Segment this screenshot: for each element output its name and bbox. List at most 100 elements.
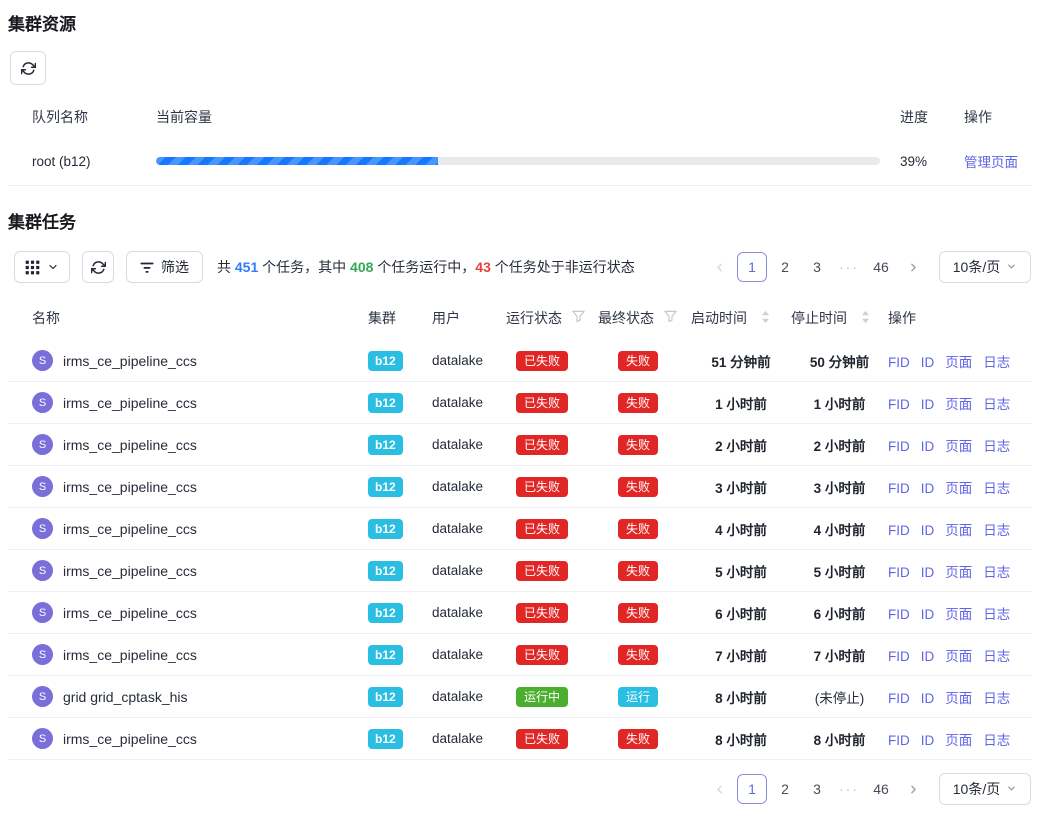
fid-link[interactable]: FID bbox=[888, 523, 910, 538]
table-row: S irms_ce_pipeline_ccs b12 datalake 已失败 … bbox=[8, 424, 1031, 466]
log-link[interactable]: 日志 bbox=[983, 733, 1010, 748]
page-size-select[interactable]: 10条/页 bbox=[939, 773, 1031, 805]
filter-button[interactable]: 筛选 bbox=[126, 251, 203, 283]
page-button-last[interactable]: 46 bbox=[867, 252, 895, 282]
page-link[interactable]: 页面 bbox=[945, 649, 972, 664]
stopped-task-count: 43 bbox=[475, 259, 491, 275]
page-button-1[interactable]: 1 bbox=[737, 252, 767, 282]
refresh-resources-button[interactable] bbox=[10, 51, 46, 85]
final-status-badge: 失败 bbox=[618, 519, 658, 539]
col-header-cluster: 集群 bbox=[368, 299, 432, 340]
refresh-tasks-button[interactable] bbox=[82, 251, 114, 283]
filter-funnel-icon[interactable] bbox=[572, 310, 585, 326]
page-link[interactable]: 页面 bbox=[945, 691, 972, 706]
id-link[interactable]: ID bbox=[921, 355, 935, 370]
final-status-badge: 失败 bbox=[618, 435, 658, 455]
fid-link[interactable]: FID bbox=[888, 691, 910, 706]
log-link[interactable]: 日志 bbox=[983, 481, 1010, 496]
cluster-resources-table: 队列名称 当前容量 进度 操作 root (b12) 39% 管理页面 bbox=[8, 99, 1031, 186]
start-time: 7 小时前 bbox=[715, 649, 767, 664]
run-status-badge: 已失败 bbox=[516, 435, 568, 455]
log-link[interactable]: 日志 bbox=[983, 523, 1010, 538]
fid-link[interactable]: FID bbox=[888, 649, 910, 664]
cluster-badge: b12 bbox=[368, 729, 403, 749]
task-name: irms_ce_pipeline_ccs bbox=[63, 605, 197, 621]
sort-icon[interactable] bbox=[761, 310, 770, 327]
log-link[interactable]: 日志 bbox=[983, 691, 1010, 706]
fid-link[interactable]: FID bbox=[888, 397, 910, 412]
manage-page-link[interactable]: 管理页面 bbox=[964, 155, 1018, 170]
page-button-last[interactable]: 46 bbox=[867, 774, 895, 804]
stop-time: 4 小时前 bbox=[814, 523, 866, 538]
stop-time: 1 小时前 bbox=[814, 397, 866, 412]
page-link[interactable]: 页面 bbox=[945, 565, 972, 580]
col-header-final-status[interactable]: 最终状态 bbox=[598, 299, 691, 340]
filter-funnel-icon[interactable] bbox=[664, 310, 677, 326]
run-status-badge: 运行中 bbox=[516, 687, 568, 707]
stop-time: 8 小时前 bbox=[814, 733, 866, 748]
page-link[interactable]: 页面 bbox=[945, 523, 972, 538]
task-name: irms_ce_pipeline_ccs bbox=[63, 647, 197, 663]
start-time: 8 小时前 bbox=[715, 733, 767, 748]
fid-link[interactable]: FID bbox=[888, 607, 910, 622]
cluster-tasks-title: 集群任务 bbox=[8, 212, 1031, 233]
page-button-2[interactable]: 2 bbox=[771, 774, 799, 804]
fid-link[interactable]: FID bbox=[888, 733, 910, 748]
page-size-select[interactable]: 10条/页 bbox=[939, 251, 1031, 283]
next-page-button[interactable] bbox=[899, 252, 927, 282]
page-link[interactable]: 页面 bbox=[945, 607, 972, 622]
col-header-actions: 操作 bbox=[888, 299, 1031, 340]
col-header-run-status[interactable]: 运行状态 bbox=[506, 299, 598, 340]
prev-page-button[interactable] bbox=[705, 774, 733, 804]
stop-time: 5 小时前 bbox=[814, 565, 866, 580]
start-time: 3 小时前 bbox=[715, 481, 767, 496]
log-link[interactable]: 日志 bbox=[983, 607, 1010, 622]
fid-link[interactable]: FID bbox=[888, 565, 910, 580]
id-link[interactable]: ID bbox=[921, 733, 935, 748]
page-button-3[interactable]: 3 bbox=[803, 774, 831, 804]
id-link[interactable]: ID bbox=[921, 691, 935, 706]
avatar: S bbox=[32, 434, 53, 455]
task-name: irms_ce_pipeline_ccs bbox=[63, 731, 197, 747]
id-link[interactable]: ID bbox=[921, 439, 935, 454]
col-header-start-time[interactable]: 启动时间 bbox=[691, 299, 791, 340]
table-row: S irms_ce_pipeline_ccs b12 datalake 已失败 … bbox=[8, 718, 1031, 760]
fid-link[interactable]: FID bbox=[888, 481, 910, 496]
col-header-stop-time[interactable]: 停止时间 bbox=[791, 299, 888, 340]
col-header-progress: 进度 bbox=[884, 99, 948, 137]
page-button-1[interactable]: 1 bbox=[737, 774, 767, 804]
start-time: 8 小时前 bbox=[715, 691, 767, 706]
fid-link[interactable]: FID bbox=[888, 439, 910, 454]
layout-grid-dropdown-button[interactable] bbox=[14, 251, 70, 283]
run-status-badge: 已失败 bbox=[516, 603, 568, 623]
chevron-down-icon bbox=[1006, 259, 1017, 275]
page-button-3[interactable]: 3 bbox=[803, 252, 831, 282]
fid-link[interactable]: FID bbox=[888, 355, 910, 370]
progress-value: 39% bbox=[884, 137, 948, 186]
id-link[interactable]: ID bbox=[921, 649, 935, 664]
log-link[interactable]: 日志 bbox=[983, 649, 1010, 664]
page-button-2[interactable]: 2 bbox=[771, 252, 799, 282]
table-row: S irms_ce_pipeline_ccs b12 datalake 已失败 … bbox=[8, 466, 1031, 508]
log-link[interactable]: 日志 bbox=[983, 397, 1010, 412]
id-link[interactable]: ID bbox=[921, 565, 935, 580]
sort-icon[interactable] bbox=[861, 310, 870, 327]
page-link[interactable]: 页面 bbox=[945, 481, 972, 496]
page-link[interactable]: 页面 bbox=[945, 733, 972, 748]
log-link[interactable]: 日志 bbox=[983, 355, 1010, 370]
id-link[interactable]: ID bbox=[921, 607, 935, 622]
page-link[interactable]: 页面 bbox=[945, 397, 972, 412]
id-link[interactable]: ID bbox=[921, 397, 935, 412]
final-status-badge: 失败 bbox=[618, 729, 658, 749]
id-link[interactable]: ID bbox=[921, 523, 935, 538]
page-link[interactable]: 页面 bbox=[945, 355, 972, 370]
log-link[interactable]: 日志 bbox=[983, 565, 1010, 580]
log-link[interactable]: 日志 bbox=[983, 439, 1010, 454]
next-page-button[interactable] bbox=[899, 774, 927, 804]
id-link[interactable]: ID bbox=[921, 481, 935, 496]
page-link[interactable]: 页面 bbox=[945, 439, 972, 454]
start-time: 5 小时前 bbox=[715, 565, 767, 580]
prev-page-button[interactable] bbox=[705, 252, 733, 282]
page-ellipsis[interactable]: ··· bbox=[835, 774, 863, 804]
page-ellipsis[interactable]: ··· bbox=[835, 252, 863, 282]
